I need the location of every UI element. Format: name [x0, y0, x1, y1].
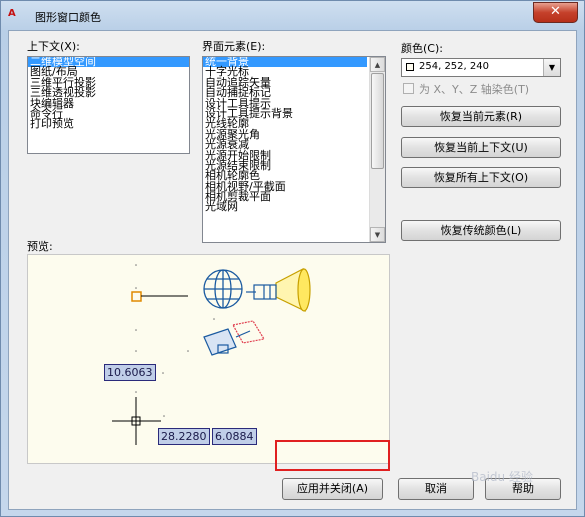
apply-close-button[interactable]: 应用并关闭(A) [282, 478, 383, 500]
elements-listbox[interactable]: 统一背景 十字光标 自动追踪矢量 自动捕捉标记 设计工具提示 设计工具提示背景 光线轮廓 光源… [202, 56, 386, 243]
camera-icon [203, 320, 265, 356]
cancel-button[interactable]: 取消 [398, 478, 474, 500]
scroll-thumb[interactable] [371, 73, 384, 169]
dialog-client: 上下文(X): 二维模型空间 图纸/布局 三维平行投影 三维透视投影 块编辑器 命令行 打印… [8, 30, 577, 510]
dimension-readout-x: 28.2280 [158, 428, 210, 445]
scroll-down-arrow-icon[interactable]: ▼ [370, 227, 385, 242]
dot-grid [135, 264, 215, 442]
dimension-readout-y: 6.0884 [212, 428, 257, 445]
list-item[interactable]: 打印预览 [28, 118, 189, 129]
close-button[interactable]: ✕ [533, 2, 578, 23]
restore-element-button[interactable]: 恢复当前元素(R) [401, 106, 561, 127]
color-label: 颜色(C): [401, 42, 443, 55]
light-globe-icon [203, 269, 243, 309]
preview-area: 10.6063 28.2280 6.0884 [27, 254, 390, 464]
window-title: 图形窗口颜色 [35, 11, 101, 24]
preview-label: 预览: [27, 240, 53, 253]
tint-axes-label: 为 X、Y、Z 轴染色(T) [419, 83, 530, 96]
tint-axes-checkbox[interactable] [403, 83, 414, 94]
dropdown-arrow-icon[interactable]: ▼ [543, 59, 560, 76]
context-listbox[interactable]: 二维模型空间 图纸/布局 三维平行投影 三维透视投影 块编辑器 命令行 打印预览 [27, 56, 190, 154]
elements-label: 界面元素(E): [202, 40, 266, 53]
elements-list: 统一背景 十字光标 自动追踪矢量 自动捕捉标记 设计工具提示 设计工具提示背景 光线轮廓 光源… [203, 57, 367, 213]
autosnap-marker-icon [131, 291, 142, 302]
watermark: Baidu 经验 [471, 470, 533, 484]
scroll-up-arrow-icon[interactable]: ▲ [370, 57, 385, 72]
restore-all-button[interactable]: 恢复所有上下文(O) [401, 167, 561, 188]
crosshair-cursor-icon [112, 397, 161, 445]
color-swatch [406, 63, 414, 71]
context-list: 二维模型空间 图纸/布局 三维平行投影 三维透视投影 块编辑器 命令行 打印预览 [28, 57, 189, 130]
list-item[interactable]: 光域网 [203, 201, 367, 212]
dimension-readout-distance: 10.6063 [104, 364, 156, 381]
spotlight-icon [246, 268, 311, 312]
context-label: 上下文(X): [27, 40, 80, 53]
color-dropdown[interactable]: 254, 252, 240 ▼ [401, 58, 561, 77]
title-bar: A 图形窗口颜色 ✕ [1, 1, 584, 29]
dialog-window: A 图形窗口颜色 ✕ 上下文(X): 二维模型空间 图纸/布局 三维平行投影 三维透视… [0, 0, 585, 517]
color-value: 254, 252, 240 [419, 61, 489, 72]
autocad-app-icon: A [8, 8, 16, 19]
restore-classic-button[interactable]: 恢复传统颜色(L) [401, 220, 561, 241]
annotation-highlight [275, 440, 390, 471]
elements-scrollbar[interactable]: ▲ ▼ [369, 57, 385, 242]
restore-context-button[interactable]: 恢复当前上下文(U) [401, 137, 561, 158]
